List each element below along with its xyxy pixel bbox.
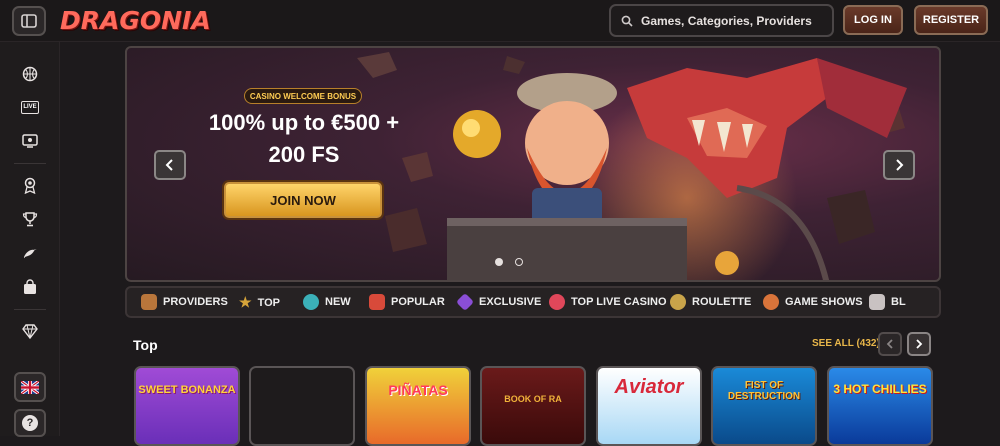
- search-input[interactable]: Games, Categories, Providers: [609, 4, 834, 37]
- see-all-link[interactable]: SEE ALL (432): [812, 338, 880, 349]
- category-game-shows[interactable]: GAME SHOWS: [763, 294, 863, 310]
- game-title: SWEET BONANZA: [138, 384, 236, 396]
- category-label: PROVIDERS: [163, 296, 228, 308]
- promo-banner[interactable]: CASINO WELCOME BONUS 100% up to €500 + 2…: [125, 46, 941, 282]
- live-icon[interactable]: LIVE: [18, 97, 42, 117]
- category-label: POPULAR: [391, 296, 445, 308]
- game-tile-3-hot-chillies[interactable]: 3 HOT CHILLIES: [827, 366, 933, 446]
- chevron-right-icon: [916, 339, 923, 349]
- category-label: BL: [891, 296, 906, 308]
- section-title-top: Top: [133, 337, 158, 353]
- game-tile-aviator[interactable]: Aviator: [596, 366, 702, 446]
- sidebar-divider: [14, 163, 46, 164]
- chevron-right-icon: [896, 159, 904, 171]
- new-icon: [303, 294, 319, 310]
- category-top[interactable]: ★ TOP: [239, 294, 280, 311]
- category-providers[interactable]: PROVIDERS: [141, 294, 228, 310]
- bonus-headline-line1: 100% up to €500 +: [208, 110, 400, 135]
- join-now-button[interactable]: JOIN NOW: [224, 182, 382, 218]
- game-shows-icon: [763, 294, 779, 310]
- exclusive-icon: [455, 292, 475, 312]
- game-title: 3 HOT CHILLIES: [833, 382, 927, 396]
- banner-prev-button[interactable]: [154, 150, 186, 180]
- slide-dot[interactable]: [515, 258, 523, 266]
- category-top-live-casino[interactable]: TOP LIVE CASINO: [549, 294, 667, 310]
- game-title: FIST OF DESTRUCTION: [727, 380, 801, 402]
- game-title: Aviator: [614, 376, 684, 398]
- help-icon: ?: [22, 415, 38, 431]
- live-casino-icon: [549, 294, 565, 310]
- sidebar-toggle-button[interactable]: [12, 6, 46, 36]
- category-bar: PROVIDERS ★ TOP NEW POPULAR EXCLUSIVE TO…: [125, 286, 941, 318]
- sidebar-divider: [14, 309, 46, 310]
- chevron-left-icon: [165, 159, 173, 171]
- diamond-icon[interactable]: [18, 321, 42, 341]
- popular-icon: [369, 294, 385, 310]
- slide-dot-active[interactable]: [495, 258, 503, 266]
- games-next-button[interactable]: [907, 332, 931, 356]
- help-button[interactable]: ?: [14, 409, 46, 437]
- site-logo[interactable]: DRAGONIA: [60, 6, 211, 35]
- providers-icon: [141, 294, 157, 310]
- bonus-headline-line2: 200 FS: [268, 142, 340, 167]
- category-label: EXCLUSIVE: [479, 296, 542, 308]
- basketball-icon[interactable]: [18, 64, 42, 84]
- register-button[interactable]: REGISTER: [914, 5, 988, 35]
- bonus-badge: CASINO WELCOME BONUS: [244, 88, 362, 104]
- category-roulette[interactable]: ROULETTE: [670, 294, 751, 310]
- game-tile-sweet-bonanza[interactable]: SWEET BONANZA: [134, 366, 240, 446]
- game-tile-pinatas[interactable]: PIÑATAS: [365, 366, 471, 446]
- tv-icon[interactable]: [18, 131, 42, 151]
- game-tile-placeholder[interactable]: [249, 366, 355, 446]
- left-sidebar: LIVE ?: [0, 42, 60, 437]
- game-title: BOOK OF RA: [504, 394, 562, 404]
- live-label: LIVE: [21, 100, 39, 114]
- category-label: GAME SHOWS: [785, 296, 863, 308]
- category-popular[interactable]: POPULAR: [369, 294, 445, 310]
- category-label: NEW: [325, 296, 351, 308]
- game-title: PIÑATAS: [388, 382, 448, 398]
- uk-flag-icon: [21, 380, 39, 394]
- top-header: DRAGONIA Games, Categories, Providers LO…: [0, 0, 1000, 42]
- trophy-icon[interactable]: [18, 209, 42, 229]
- chili-icon[interactable]: [18, 243, 42, 263]
- panel-icon: [21, 14, 37, 28]
- search-placeholder: Games, Categories, Providers: [641, 13, 812, 28]
- star-icon: ★: [239, 294, 252, 310]
- cards-icon: [869, 294, 885, 310]
- banner-next-button[interactable]: [883, 150, 915, 180]
- category-blackjack[interactable]: BL: [869, 294, 906, 310]
- roulette-icon: [670, 294, 686, 310]
- games-prev-button[interactable]: [878, 332, 902, 356]
- category-label: TOP LIVE CASINO: [571, 296, 667, 308]
- category-label: ROULETTE: [692, 296, 752, 308]
- language-selector[interactable]: [14, 372, 46, 402]
- bag-icon[interactable]: [18, 277, 42, 297]
- game-tile-book-of-ra[interactable]: BOOK OF RA: [480, 366, 586, 446]
- category-exclusive[interactable]: EXCLUSIVE: [455, 292, 542, 312]
- chevron-left-icon: [886, 339, 893, 349]
- login-button[interactable]: LOG IN: [843, 5, 903, 35]
- category-new[interactable]: NEW: [303, 294, 351, 310]
- category-label: TOP: [257, 296, 280, 309]
- game-tile-fist-of-destruction[interactable]: FIST OF DESTRUCTION: [711, 366, 817, 446]
- search-icon: [621, 15, 633, 27]
- award-icon[interactable]: [18, 175, 42, 195]
